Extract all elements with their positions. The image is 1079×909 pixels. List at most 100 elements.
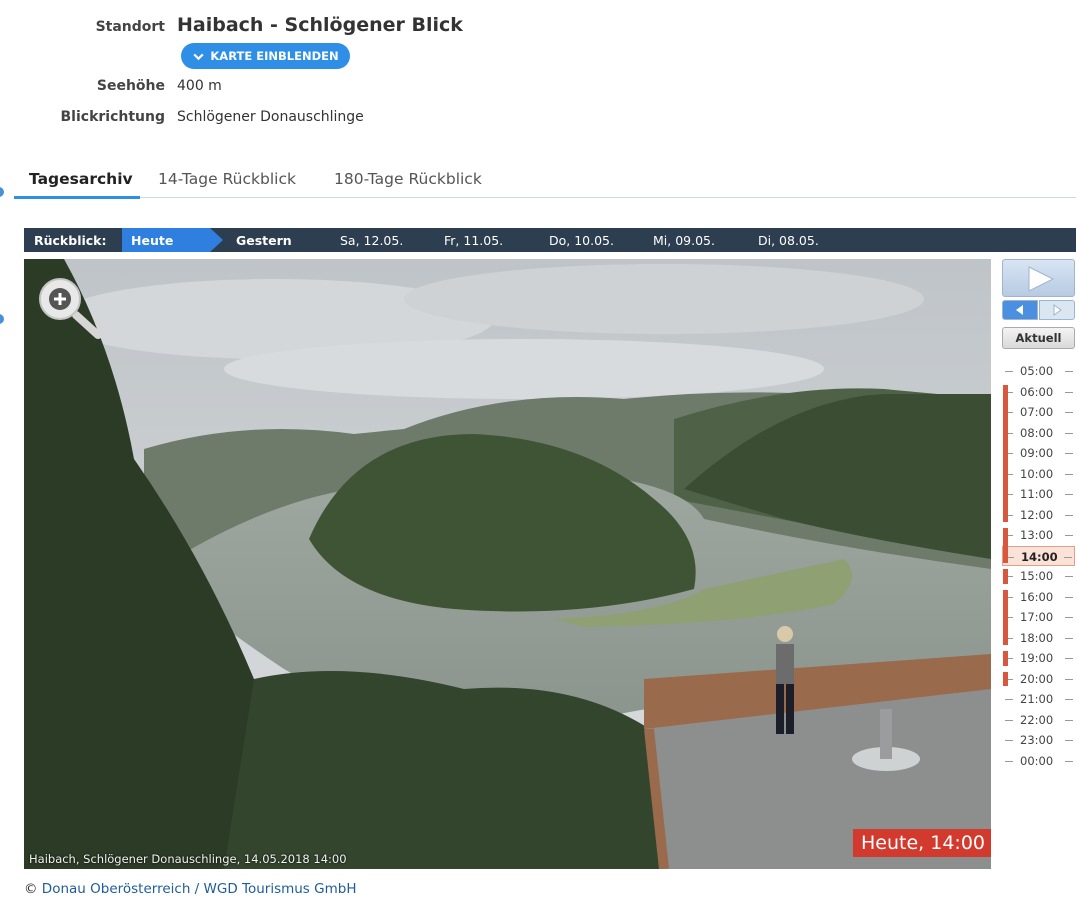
step-back-button[interactable]	[1002, 300, 1038, 320]
day-sat[interactable]: Sa, 12.05.	[340, 233, 403, 248]
tick-mark	[1065, 535, 1073, 536]
hour-label: 18:00	[1020, 630, 1054, 645]
altitude-label: Seehöhe	[96, 78, 165, 94]
tick-mark	[1005, 740, 1013, 741]
tick-mark	[1065, 412, 1073, 413]
day-fri[interactable]: Fr, 11.05.	[444, 233, 503, 248]
availability-bar	[1003, 569, 1008, 584]
step-forward-button[interactable]	[1039, 300, 1075, 320]
play-icon	[1028, 266, 1055, 292]
tick-mark	[1005, 699, 1013, 700]
hour-slot[interactable]: 22:00	[1002, 710, 1075, 730]
tick-mark	[1065, 678, 1073, 680]
copyright-credit: © Donau Oberösterreich / WGD Tourismus G…	[24, 881, 356, 897]
day-navigation-bar: Rückblick: Heute Gestern Sa, 12.05. Fr, …	[24, 228, 1076, 252]
availability-bar	[1003, 384, 1008, 522]
availability-bar	[1003, 651, 1008, 666]
tab-14-days[interactable]: 14-Tage Rückblick	[158, 170, 296, 188]
hour-label: 07:00	[1020, 405, 1054, 419]
altitude-row: Seehöhe 400 m	[0, 78, 222, 94]
hour-slot[interactable]: 06:00	[1002, 382, 1075, 402]
hour-label: 15:00	[1020, 569, 1054, 583]
hour-label: 11:00	[1020, 487, 1054, 501]
hour-slot[interactable]: 14:00	[1002, 545, 1075, 566]
hour-slot[interactable]: 16:00	[1002, 587, 1075, 607]
current-button[interactable]: Aktuell	[1002, 327, 1075, 349]
tick-mark	[1065, 576, 1073, 577]
edge-dot	[0, 314, 4, 324]
hour-label: 09:00	[1020, 446, 1054, 460]
hour-label: 14:00	[1021, 549, 1058, 564]
tab-180-days[interactable]: 180-Tage Rückblick	[334, 170, 482, 188]
hour-label: 00:00	[1020, 753, 1054, 768]
step-forward-icon	[1053, 304, 1062, 316]
tick-mark	[1005, 760, 1013, 762]
location-value: Haibach - Schlögener Blick	[177, 14, 463, 36]
zoom-in-button[interactable]	[38, 277, 102, 339]
tick-mark	[1005, 719, 1013, 721]
hour-slot[interactable]: 13:00	[1002, 525, 1075, 545]
hour-slot[interactable]: 07:00	[1002, 402, 1075, 422]
show-map-label: KARTE EINBLENDEN	[210, 49, 339, 63]
tick-mark	[1065, 740, 1073, 741]
hour-label: 17:00	[1020, 610, 1054, 624]
direction-value: Schlögener Donauschlinge	[177, 109, 364, 125]
tick-mark	[1065, 453, 1073, 454]
hour-label: 10:00	[1020, 466, 1054, 481]
hour-slot[interactable]: 10:00	[1002, 464, 1075, 484]
chevron-down-icon	[193, 53, 204, 60]
hour-slot[interactable]: 20:00	[1002, 669, 1075, 689]
tick-mark	[1065, 514, 1073, 516]
hour-slot[interactable]: 23:00	[1002, 730, 1075, 750]
play-button[interactable]	[1002, 259, 1075, 297]
hour-slot[interactable]: 05:00	[1002, 361, 1075, 381]
edge-dot	[0, 187, 4, 197]
archive-tabs: Tagesarchiv 14-Tage Rückblick 180-Tage R…	[14, 164, 1076, 199]
hour-slot[interactable]: 11:00	[1002, 484, 1075, 504]
hour-label: 21:00	[1020, 692, 1054, 706]
tick-mark	[1065, 617, 1073, 618]
tab-daily-archive[interactable]: Tagesarchiv	[29, 170, 133, 188]
direction-row: Blickrichtung Schlögener Donauschlinge	[0, 109, 364, 125]
hour-label: 16:00	[1020, 589, 1054, 604]
hour-slot[interactable]: 21:00	[1002, 689, 1075, 709]
direction-label: Blickrichtung	[60, 109, 166, 125]
hour-label: 05:00	[1020, 364, 1054, 378]
hour-slot[interactable]: 09:00	[1002, 443, 1075, 463]
hour-slot[interactable]: 17:00	[1002, 607, 1075, 627]
day-today[interactable]: Heute	[122, 228, 224, 252]
hour-slot[interactable]: 15:00	[1002, 566, 1075, 586]
time-stamp-badge: Heute, 14:00	[853, 829, 991, 857]
hour-label: 12:00	[1020, 507, 1054, 522]
hour-label: 22:00	[1020, 712, 1054, 727]
tick-mark	[1065, 719, 1073, 721]
day-today-label: Heute	[131, 233, 174, 248]
location-label: Standort	[95, 19, 165, 35]
day-wed[interactable]: Mi, 09.05.	[653, 233, 715, 248]
webcam-landscape	[24, 259, 991, 869]
hour-slot[interactable]: 19:00	[1002, 648, 1075, 668]
day-tue[interactable]: Di, 08.05.	[758, 233, 819, 248]
tick-mark	[1065, 760, 1073, 762]
hour-slot[interactable]: 12:00	[1002, 505, 1075, 525]
day-thu[interactable]: Do, 10.05.	[549, 233, 614, 248]
review-label: Rückblick:	[34, 233, 107, 248]
tick-mark	[1065, 637, 1073, 639]
hour-label: 19:00	[1020, 651, 1054, 665]
tick-mark	[1065, 494, 1073, 495]
hour-slot[interactable]: 00:00	[1002, 751, 1075, 771]
hour-label: 13:00	[1020, 528, 1054, 542]
day-yesterday[interactable]: Gestern	[236, 233, 292, 248]
hour-label: 08:00	[1020, 425, 1054, 440]
show-map-button[interactable]: KARTE EINBLENDEN	[181, 43, 350, 69]
hour-slot[interactable]: 08:00	[1002, 423, 1075, 443]
tick-mark	[1005, 371, 1013, 372]
step-controls	[1002, 300, 1075, 320]
availability-bar	[1003, 528, 1008, 563]
hour-slot[interactable]: 18:00	[1002, 628, 1075, 648]
credit-link[interactable]: Donau Oberösterreich / WGD Tourismus Gmb…	[42, 881, 357, 897]
hour-label: 06:00	[1020, 384, 1054, 399]
webcam-image[interactable]: Haibach, Schlögener Donauschlinge, 14.05…	[24, 259, 991, 869]
availability-bar	[1003, 589, 1008, 645]
tick-mark	[1065, 432, 1073, 434]
